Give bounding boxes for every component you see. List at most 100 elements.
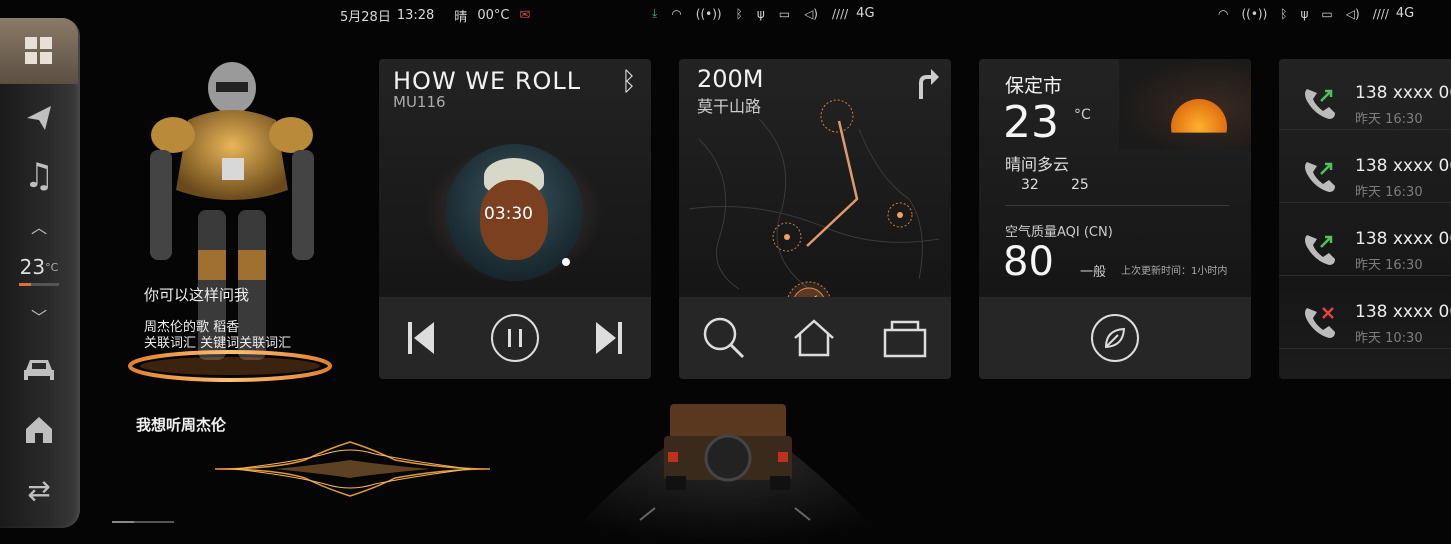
pause-button[interactable] xyxy=(490,314,539,362)
artist-name: MU116 xyxy=(393,93,446,111)
work-briefcase-icon[interactable] xyxy=(882,318,928,358)
weather-card[interactable]: 保定市 23 °C 晴间多云 32 25 空气质量AQI (CN) 80 一般 … xyxy=(979,59,1251,379)
pause-icon xyxy=(507,329,522,347)
bluetooth-icon: ᛒ xyxy=(1280,6,1288,21)
call-log-item[interactable]: 138 xxxx 006 昨天 10:30 xyxy=(1279,278,1451,349)
temp-unit: °C xyxy=(45,260,59,274)
signal-icon: //// xyxy=(832,6,849,21)
progress-dot[interactable] xyxy=(562,258,570,266)
voice-assistant-panel[interactable]: 你可以这样问我 周杰伦的歌 稻香 关联词汇 关键词关联词汇 xyxy=(128,60,333,390)
switch-button[interactable]: ⇄ xyxy=(0,470,78,510)
signal-icon: //// xyxy=(1372,6,1389,21)
song-title: HOW WE ROLL xyxy=(393,67,582,95)
bluetooth-icon: ᛒ xyxy=(735,6,743,21)
home-nav-icon[interactable] xyxy=(792,318,836,358)
car-icon xyxy=(24,360,54,380)
call-number: 138 xxxx 008 xyxy=(1355,83,1451,103)
home-button[interactable] xyxy=(0,410,78,450)
camera-icon: ▭ xyxy=(1321,6,1333,21)
status-temp: 00°C xyxy=(477,8,510,23)
weather-temp-unit: °C xyxy=(1074,107,1091,123)
call-number: 138 xxxx 006 xyxy=(1355,302,1451,322)
chevron-down-icon: ﹀ xyxy=(30,308,47,327)
temp-down-button[interactable]: ﹀ xyxy=(0,306,78,327)
repeat-icon: ⇄ xyxy=(27,473,51,507)
turn-distance: 200M xyxy=(697,65,764,93)
voice-waveform xyxy=(215,441,490,497)
usb-icon: ψ xyxy=(1300,6,1309,21)
page-indicator xyxy=(112,521,174,523)
call-log-item[interactable]: 138 xxxx 008 昨天 16:30 xyxy=(1279,59,1451,130)
status-bar-center: ⤓ ◠ ((•)) ᛒ ψ ▭ ◁) //// 4G xyxy=(652,6,875,21)
voice-query-text: 我想听周杰伦 xyxy=(136,416,227,434)
weather-controls xyxy=(979,297,1251,379)
weather-high: 32 xyxy=(1021,177,1039,193)
music-controls xyxy=(379,297,651,379)
navigation-arrow-icon xyxy=(27,106,51,130)
search-icon[interactable] xyxy=(702,316,746,360)
call-time: 昨天 16:30 xyxy=(1355,112,1423,127)
call-log-item[interactable]: 138 xxxx 008 昨天 16:30 xyxy=(1279,132,1451,203)
call-log-item[interactable]: 138 xxxx 008 昨天 16:30 xyxy=(1279,205,1451,276)
previous-track-icon[interactable] xyxy=(406,320,436,356)
next-track-icon[interactable] xyxy=(594,320,624,356)
temp-display: 23 °C xyxy=(0,254,78,280)
call-time: 昨天 16:30 xyxy=(1355,185,1423,200)
vehicle-road-scene xyxy=(560,404,890,544)
aqi-label: 空气质量AQI (CN) xyxy=(1005,225,1113,240)
hotspot-icon: ((•)) xyxy=(695,6,722,21)
wifi-icon: ◠ xyxy=(1218,6,1229,21)
temp-up-button[interactable]: ︿ xyxy=(0,216,78,237)
volume-icon: ◁) xyxy=(1345,6,1360,21)
chevron-up-icon: ︿ xyxy=(30,218,47,237)
call-number: 138 xxxx 008 xyxy=(1355,229,1451,249)
mail-icon[interactable]: ✉ xyxy=(519,8,530,23)
weather-low: 25 xyxy=(1071,177,1089,193)
grid-icon xyxy=(25,37,52,64)
navigation-card[interactable]: 200M 莫干山路 xyxy=(679,59,951,379)
download-icon: ⤓ xyxy=(652,6,658,20)
outgoing-call-icon xyxy=(1305,162,1335,192)
hotspot-icon: ((•)) xyxy=(1241,6,1268,21)
bluetooth-icon: ᛒ xyxy=(621,67,637,97)
status-bar-right: ◠ ((•)) ᛒ ψ ▭ ◁) //// 4G xyxy=(1218,6,1414,21)
divider xyxy=(1005,205,1229,206)
aqi-level: 一般 xyxy=(1080,265,1107,280)
camera-icon: ▭ xyxy=(778,6,791,21)
network-label: 4G xyxy=(856,6,875,21)
status-date: 5月28日 xyxy=(340,10,391,25)
temp-value: 23 xyxy=(19,255,46,279)
turn-right-icon xyxy=(919,69,939,99)
status-weather: 晴 xyxy=(454,10,468,25)
route-map xyxy=(688,99,940,299)
fan-level-indicator xyxy=(0,280,78,288)
network-label: 4G xyxy=(1395,6,1415,21)
status-bar-left: 5月28日 13:28 晴 00°C ✉ xyxy=(340,6,530,25)
air-purify-button[interactable] xyxy=(1091,314,1139,362)
call-number: 138 xxxx 008 xyxy=(1355,156,1451,176)
sidebar: ♫ ︿ 23 °C ﹀ ⇄ xyxy=(0,18,80,528)
apps-grid-button[interactable] xyxy=(0,18,78,84)
weather-temp: 23 xyxy=(1003,97,1059,148)
aqi-value: 80 xyxy=(1003,239,1054,285)
assistant-suggestion-2[interactable]: 关联词汇 关键词关联词汇 xyxy=(144,332,291,351)
outgoing-call-icon xyxy=(1305,89,1335,119)
aqi-updated: 上次更新时间：1小时内 xyxy=(1121,266,1228,277)
call-time: 昨天 10:30 xyxy=(1355,331,1423,346)
call-time: 昨天 16:30 xyxy=(1355,258,1423,273)
music-card[interactable]: HOW WE ROLL MU116 ᛒ 03:30 xyxy=(379,59,651,379)
music-button[interactable]: ♫ xyxy=(0,156,78,196)
vehicle-button[interactable] xyxy=(0,350,78,390)
house-icon xyxy=(26,417,52,443)
weather-city: 保定市 xyxy=(1005,75,1063,97)
navigation-button[interactable] xyxy=(0,98,78,138)
call-log-card[interactable]: 138 xxxx 008 昨天 16:30 138 xxxx 008 昨天 16:30… xyxy=(1279,59,1451,379)
outgoing-call-icon xyxy=(1305,235,1335,265)
weather-desc: 晴间多云 xyxy=(1005,155,1070,174)
volume-icon: ◁) xyxy=(804,6,818,21)
music-note-icon: ♫ xyxy=(23,156,55,196)
usb-icon: ψ xyxy=(756,6,765,21)
navigation-controls xyxy=(679,297,951,379)
leaf-icon xyxy=(1104,327,1126,349)
weather-illustration xyxy=(1119,59,1251,149)
